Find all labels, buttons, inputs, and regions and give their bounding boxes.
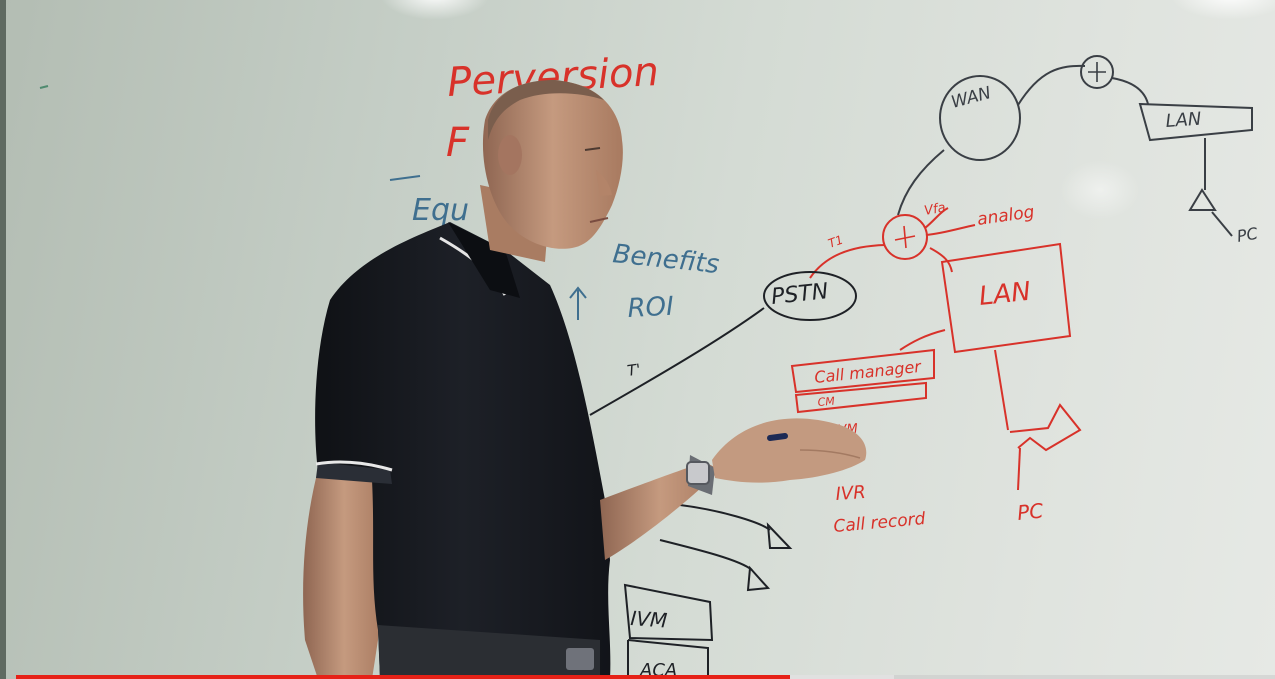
video-frame[interactable]: WAN LAN PC Vfa analog T1 LAN Call manage… (0, 0, 1275, 679)
presenter-head (480, 80, 623, 262)
presenter-left-arm (303, 470, 385, 679)
video-played-bar (16, 675, 790, 679)
video-progress-bar[interactable] (16, 675, 1275, 679)
presenter-right-arm (600, 418, 867, 560)
presenter-figure (303, 80, 867, 679)
